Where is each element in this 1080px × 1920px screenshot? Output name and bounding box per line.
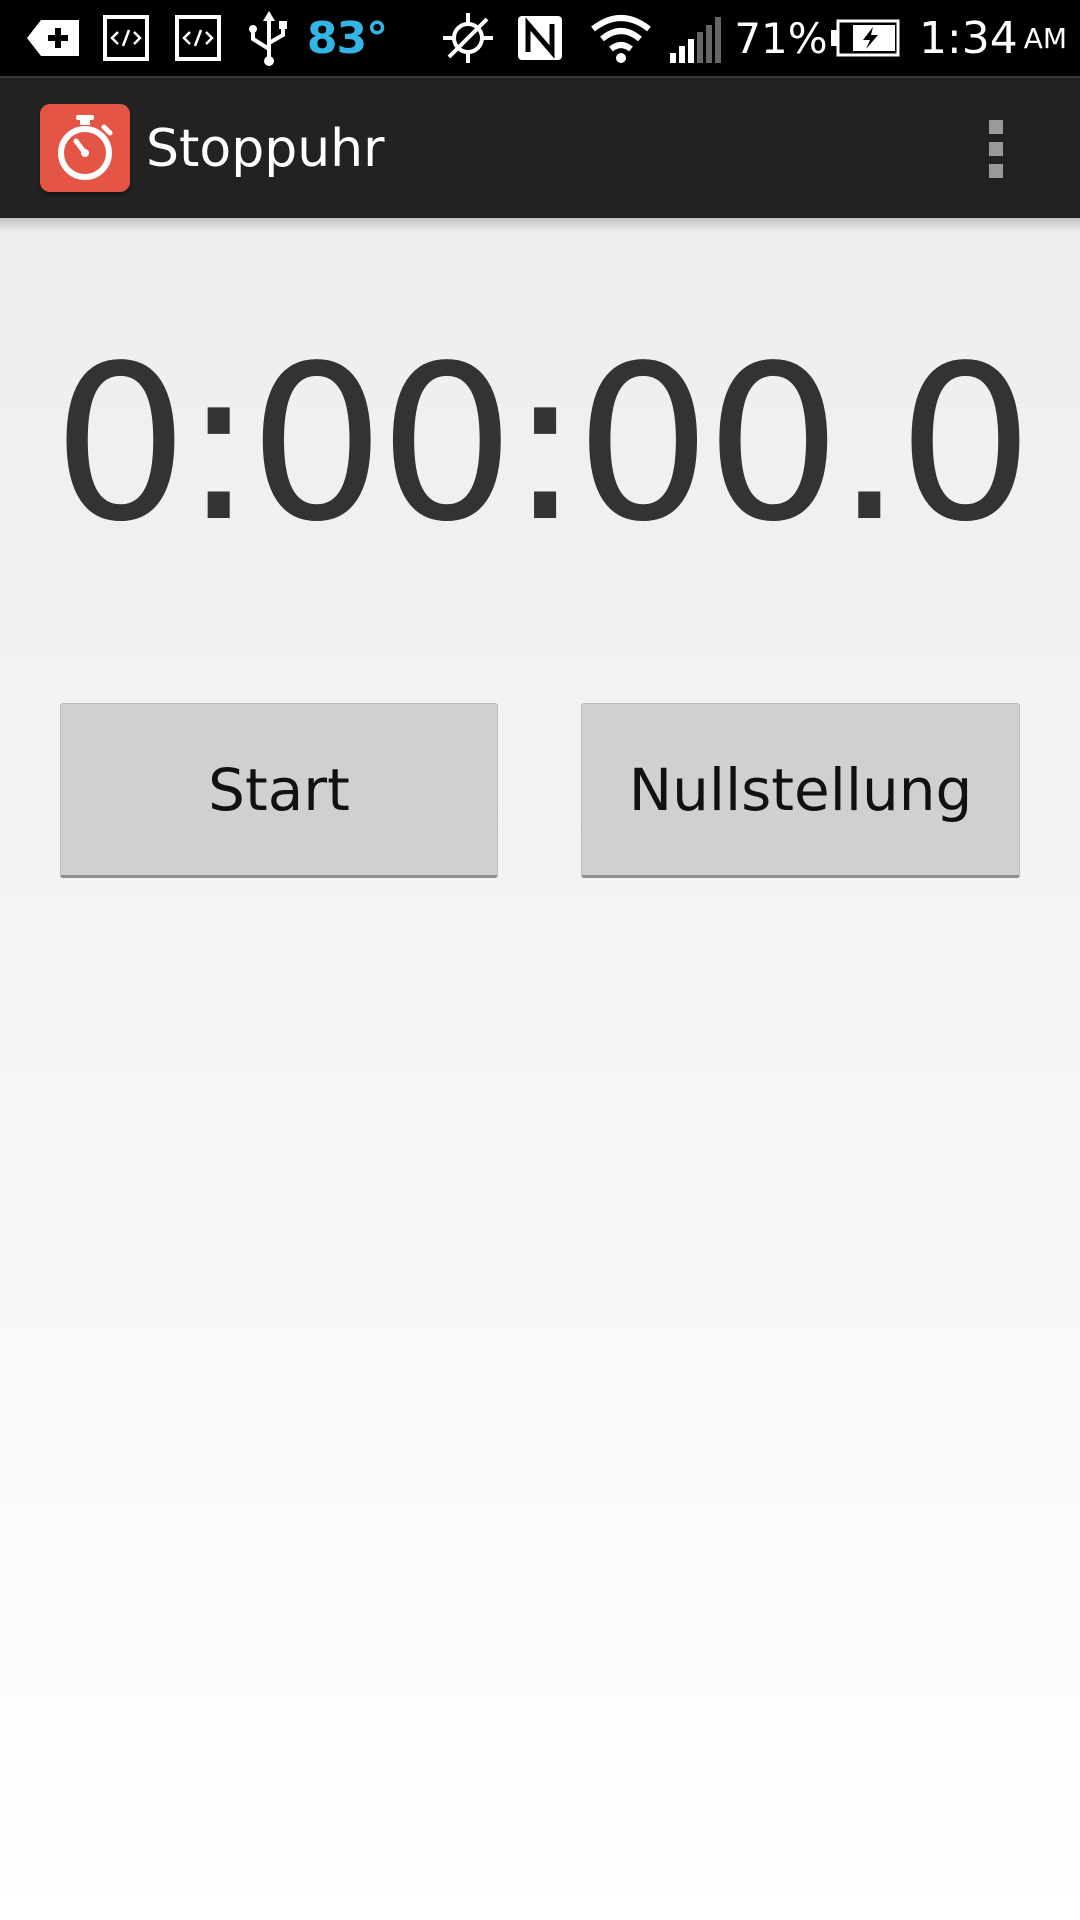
battery-percent: 71% [734, 13, 828, 63]
clock-ampm: AM [1023, 21, 1068, 55]
battery-charging-icon [830, 0, 902, 76]
status-clock: 1:34 AM [916, 0, 1070, 76]
action-bar-shadow [0, 218, 1080, 232]
overflow-menu-icon[interactable] [964, 114, 1028, 184]
temperature-readout: 83° [306, 12, 388, 64]
code-icon [100, 0, 152, 76]
overflow-dot [989, 164, 1003, 178]
usb-icon [244, 0, 294, 76]
status-bar: 83° 71% 1:34 AM [0, 0, 1080, 76]
wifi-icon [586, 0, 656, 76]
signal-icon [666, 0, 726, 76]
app-title: Stoppuhr [146, 119, 385, 179]
stopwatch-icon[interactable] [40, 104, 130, 192]
action-bar: Stoppuhr [0, 76, 1080, 218]
clock-time: 1:34 [918, 12, 1018, 64]
nfc-icon [514, 0, 566, 76]
start-button[interactable]: Start [60, 703, 498, 878]
overflow-dot [989, 142, 1003, 156]
add-notification-icon [24, 0, 84, 76]
code-icon [172, 0, 224, 76]
reset-button[interactable]: Nullstellung [581, 703, 1020, 878]
location-off-icon [440, 0, 496, 76]
timer-display: 0:00:00.0 [52, 320, 1033, 569]
overflow-dot [989, 120, 1003, 134]
